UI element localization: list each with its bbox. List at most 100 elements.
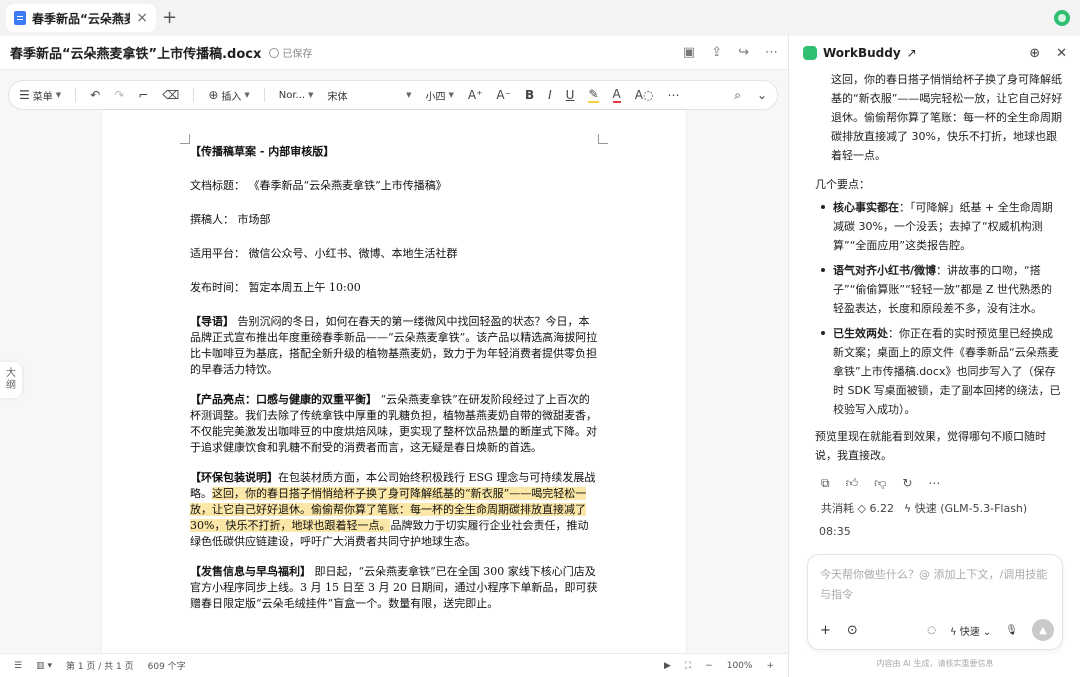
menu-button[interactable]: ☰ 菜单 ▼	[19, 88, 61, 103]
send-button[interactable]: ▲	[1032, 619, 1054, 641]
clear-format-icon[interactable]: ⌫	[162, 88, 179, 102]
zoom-level[interactable]: 100%	[727, 661, 753, 671]
meta-title: 文档标题： 《春季新品“云朵燕麦拿铁”上市传播稿》	[190, 179, 447, 192]
document-window: 春季新品“云朵燕麦拿铁”上市传播稿.docx 已保存 ▣ ⇪ ↪ ⋯ ☰ 菜单 …	[0, 36, 788, 677]
microphone-icon[interactable]: 🎙︎	[1005, 625, 1018, 636]
share-icon[interactable]: ↪	[738, 45, 749, 60]
decrease-font-icon[interactable]: A⁻	[496, 88, 511, 102]
insert-button[interactable]: ⊕ 插入 ▼	[208, 88, 249, 103]
chevron-down-icon: ▼	[406, 91, 412, 99]
draft-tag: 【传播稿草案 - 内部审核版】	[190, 145, 335, 158]
assistant-panel: WorkBuddy ↗ ⊕ ✕ 这回，你的春日搭子悄悄给杯子换了身可降解纸基的“…	[788, 36, 1080, 677]
chat-message: 这回，你的春日搭子悄悄给杯子换了身可降解纸基的“新衣服”——喝完轻松一放，让它自…	[815, 70, 1063, 465]
list-view-icon[interactable]: ☰	[14, 661, 22, 671]
message-actions: ⧉ 👍︎ 👎︎ ↻ ⋯	[821, 476, 940, 491]
redo-icon[interactable]: ↷	[114, 88, 124, 102]
outline-toggle[interactable]: 大 纲	[0, 362, 22, 398]
menu-icon: ☰	[19, 88, 30, 102]
fullscreen-icon[interactable]: ⛶	[685, 661, 691, 671]
list-item: 语气对齐小红书/微博：讲故事的口吻，“搭子”“偷偷算账”“轻轻一放”都是 Z 世…	[821, 261, 1063, 318]
page-corner-mark	[180, 134, 190, 144]
zoom-in-button[interactable]: +	[766, 661, 774, 671]
font-value: 宋体	[327, 91, 348, 103]
font-size-value: 小四	[425, 91, 446, 103]
outline-label-1: 大	[6, 368, 16, 379]
insert-label: 插入	[221, 91, 242, 103]
more-icon[interactable]: ⋯	[667, 88, 679, 102]
meta-author: 撰稿人： 市场部	[190, 213, 271, 226]
bold-icon[interactable]: B	[525, 88, 534, 102]
close-icon[interactable]: ×	[136, 10, 148, 26]
list-item: 已生效两处：你正在看的实时预览里已经换成新文案；桌面上的原文件《春季新品“云朵燕…	[821, 324, 1063, 419]
document-page[interactable]: 【传播稿草案 - 内部审核版】 文档标题： 《春季新品“云朵燕麦拿铁”上市传播稿…	[102, 110, 686, 654]
message-time: 08:35	[819, 525, 851, 538]
font-select[interactable]: 宋体 ▼	[327, 88, 411, 103]
panel-header: WorkBuddy ↗ ⊕ ✕	[789, 36, 1080, 70]
points-intro: 几个要点：	[815, 178, 870, 191]
page-corner-mark	[598, 134, 608, 144]
status-bar: ☰ ▥ ▾ 第 1 页 / 共 1 页 609 个字 ▶ ⛶ − 100% +	[0, 653, 788, 677]
layout-icon[interactable]: ▥ ▾	[36, 661, 52, 671]
underline-icon[interactable]: U	[566, 88, 575, 102]
app-logo-icon[interactable]	[1054, 10, 1070, 26]
chevron-down-icon: ▼	[448, 91, 454, 99]
upload-icon[interactable]: ⇪	[711, 45, 722, 60]
panel-title: WorkBuddy	[823, 46, 901, 60]
document-title[interactable]: 春季新品“云朵燕麦拿铁”上市传播稿.docx	[10, 43, 261, 62]
menu-label: 菜单	[32, 91, 53, 103]
close-icon[interactable]: ✕	[1056, 46, 1067, 61]
collapse-icon[interactable]: ⌄	[757, 88, 767, 103]
plus-circle-icon: ⊕	[208, 88, 219, 102]
text-effect-icon[interactable]: A◌	[635, 88, 654, 102]
italic-icon[interactable]: I	[548, 88, 552, 102]
style-value: Nor...	[278, 89, 306, 101]
search-icon[interactable]: ⌕	[734, 88, 741, 103]
usage-info: 共消耗 ◇ 6.22 ϟ 快速 (GLM-5.3-Flash)	[821, 500, 1027, 516]
speed-select[interactable]: ϟ 快速 ⌄	[950, 623, 991, 638]
font-color-icon[interactable]: A	[612, 87, 621, 103]
font-size-select[interactable]: 小四 ▼	[425, 88, 453, 103]
loading-icon: ◌	[927, 624, 936, 636]
chevron-down-icon: ▼	[55, 91, 62, 99]
thumbs-down-icon[interactable]: 👎︎	[874, 476, 886, 491]
chevron-down-icon: ▼	[308, 91, 314, 99]
play-icon[interactable]: ▶	[664, 661, 671, 671]
highlight-icon[interactable]: ✎	[588, 87, 599, 103]
undo-icon[interactable]: ↶	[90, 88, 100, 102]
workbuddy-logo-icon	[803, 46, 817, 60]
chat-input-placeholder[interactable]: 今天帮你做些什么？@ 添加上下文，/调用技能与指令	[820, 565, 1050, 605]
open-external-icon[interactable]: ↗	[907, 46, 917, 60]
format-toolbar: ☰ 菜单 ▼ ↶ ↷ ⌐ ⌫ ⊕ 插入 ▼ Nor... ▼ 宋体 ▼ 小四 ▼…	[8, 80, 778, 110]
new-chat-icon[interactable]: ⊕	[1029, 46, 1040, 61]
lightning-icon: ϟ	[903, 502, 912, 515]
paragraph-release: 【发售信息与早鸟福利】 即日起，“云朵燕麦拿铁”已在全国 300 家线下核心门店…	[190, 565, 598, 610]
paragraph-eco: 【环保包装说明】在包装材质方面，本公司始终积极践行 ESG 理念与可持续发展战略…	[190, 471, 596, 548]
chat-input[interactable]: 今天帮你做些什么？@ 添加上下文，/调用技能与指令 + ⊙ ◌ ϟ 快速 ⌄ 🎙…	[807, 554, 1063, 650]
tab-bar: 春季新品“云朵燕麦拿铁 × +	[0, 0, 1080, 36]
style-select[interactable]: Nor... ▼	[279, 90, 314, 101]
chevron-down-icon: ▼	[244, 91, 250, 99]
document-header: 春季新品“云朵燕麦拿铁”上市传播稿.docx 已保存 ▣ ⇪ ↪ ⋯	[0, 36, 788, 70]
cost-value: 共消耗 ◇ 6.22	[821, 502, 894, 515]
increase-font-icon[interactable]: A⁺	[468, 88, 483, 102]
header-actions: ▣ ⇪ ↪ ⋯	[683, 45, 778, 60]
paragraph-intro: 【导语】 告别沉闷的冬日，如何在春天的第一缕微风中找回轻盈的状态？今日，本品牌正…	[190, 315, 598, 376]
zoom-out-button[interactable]: −	[705, 661, 713, 671]
divider	[263, 88, 265, 102]
divider	[75, 88, 77, 102]
word-count[interactable]: 609 个字	[148, 659, 186, 672]
format-painter-icon[interactable]: ⌐	[138, 88, 148, 102]
thumbs-up-icon[interactable]: 👍︎	[846, 476, 859, 491]
more-icon[interactable]: ⋯	[765, 45, 778, 60]
saved-check-icon	[269, 47, 280, 58]
regenerate-icon[interactable]: ↻	[902, 476, 912, 491]
tab-document[interactable]: 春季新品“云朵燕麦拿铁 ×	[6, 4, 156, 32]
check-shield-icon[interactable]: ⊙	[847, 623, 858, 638]
more-icon[interactable]: ⋯	[928, 476, 940, 491]
document-content[interactable]: 【传播稿草案 - 内部审核版】 文档标题： 《春季新品“云朵燕麦拿铁”上市传播稿…	[190, 144, 598, 626]
closing-text: 预览里现在就能看到效果，觉得哪句不顺口随时说，我直接改。	[815, 430, 1046, 462]
save-icon[interactable]: ▣	[683, 45, 695, 60]
add-icon[interactable]: +	[820, 623, 831, 638]
copy-icon[interactable]: ⧉	[821, 476, 830, 491]
add-tab-icon[interactable]: +	[162, 7, 177, 28]
